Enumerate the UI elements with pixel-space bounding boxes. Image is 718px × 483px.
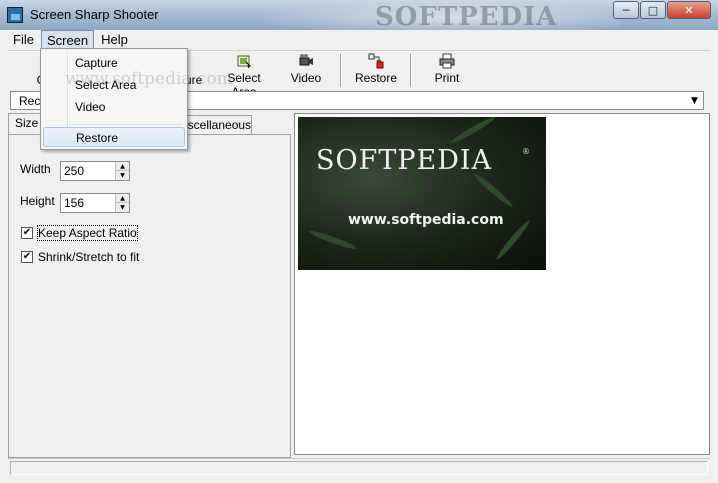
video-camera-icon	[299, 54, 313, 66]
screenshot-preview-image: SOFTPEDIA ® www.softpedia.com	[298, 117, 546, 270]
minimize-button[interactable]: ─	[613, 1, 639, 19]
menu-item-video[interactable]: Video	[43, 97, 185, 117]
fern-leaf-decoration	[471, 171, 515, 209]
height-spin-buttons: ▲ ▼	[115, 194, 129, 212]
preview-url-text: www.softpedia.com	[348, 212, 504, 228]
width-value: 250	[64, 164, 85, 178]
height-spinner[interactable]: 156 ▲ ▼	[60, 193, 130, 213]
chevron-down-icon[interactable]: ▼	[687, 93, 702, 108]
spin-down-icon[interactable]: ▼	[116, 203, 129, 212]
width-label: Width	[20, 162, 51, 176]
toolbar-print-button[interactable]: Print	[432, 53, 462, 89]
capture-mode-value: Rec	[19, 94, 41, 108]
title-background-watermark: SOFTPEDIA	[375, 2, 558, 32]
select-area-icon	[237, 55, 252, 69]
toolbar-video-button[interactable]: Video	[288, 53, 324, 89]
printer-icon	[439, 53, 455, 69]
size-tab-panel: Width 250 ▲ ▼ Height 156 ▲ ▼ ✔ Keep Aspe…	[8, 134, 291, 458]
settings-pane: Size iscellaneous Width 250 ▲ ▼ Height 1…	[8, 113, 291, 458]
window-controls: ─ □ ✕	[612, 1, 711, 19]
shrink-stretch-checkbox[interactable]: ✔	[21, 251, 33, 263]
title-bar: SOFTPEDIA Screen Sharp Shooter ─ □ ✕	[0, 0, 718, 32]
shrink-stretch-label[interactable]: Shrink/Stretch to fit	[38, 250, 139, 264]
preview-registered-mark: ®	[522, 147, 530, 156]
width-spin-buttons: ▲ ▼	[115, 162, 129, 180]
maximize-button[interactable]: □	[640, 1, 666, 19]
preview-pane[interactable]: SOFTPEDIA ® www.softpedia.com	[294, 113, 710, 455]
spin-up-icon[interactable]: ▲	[116, 194, 129, 203]
spin-up-icon[interactable]: ▲	[116, 162, 129, 171]
menu-item-capture[interactable]: Capture	[43, 53, 185, 73]
height-label: Height	[20, 194, 55, 208]
menu-separator	[71, 124, 183, 126]
spin-down-icon[interactable]: ▼	[116, 171, 129, 180]
toolbar-separator	[410, 54, 412, 87]
height-value: 156	[64, 196, 85, 210]
toolbar-restore-label: Restore	[354, 71, 398, 85]
tab-miscellaneous[interactable]: iscellaneous	[182, 115, 252, 134]
tab-size[interactable]: Size	[8, 113, 42, 135]
fern-leaf-decoration	[308, 228, 358, 252]
width-spinner[interactable]: 250 ▲ ▼	[60, 161, 130, 181]
menu-help[interactable]: Help	[96, 30, 133, 49]
app-icon[interactable]	[7, 7, 23, 23]
menu-item-select-area[interactable]: Select Area	[43, 75, 185, 95]
screen-menu-dropdown: www.softpedia.com Capture Select Area Vi…	[40, 48, 233, 150]
window-title: Screen Sharp Shooter	[30, 7, 159, 22]
keep-aspect-ratio-checkbox[interactable]: ✔	[21, 227, 33, 239]
toolbar-print-label: Print	[434, 71, 460, 85]
menu-bar: File Screen Help	[8, 30, 710, 50]
menu-screen[interactable]: Screen	[40, 30, 95, 49]
menu-file[interactable]: File	[8, 30, 39, 49]
keep-aspect-ratio-label[interactable]: Keep Aspect Ratio	[37, 225, 138, 241]
toolbar-video-label: Video	[290, 71, 322, 85]
toolbar-separator	[340, 54, 342, 87]
menu-item-restore[interactable]: Restore	[43, 127, 185, 147]
restore-icon	[368, 53, 384, 69]
fern-leaf-decoration	[449, 117, 497, 146]
status-bar	[8, 458, 710, 476]
preview-logo-text: SOFTPEDIA	[316, 145, 493, 176]
close-button[interactable]: ✕	[667, 1, 711, 19]
toolbar-restore-button[interactable]: Restore	[354, 53, 398, 89]
status-panel	[10, 461, 708, 475]
